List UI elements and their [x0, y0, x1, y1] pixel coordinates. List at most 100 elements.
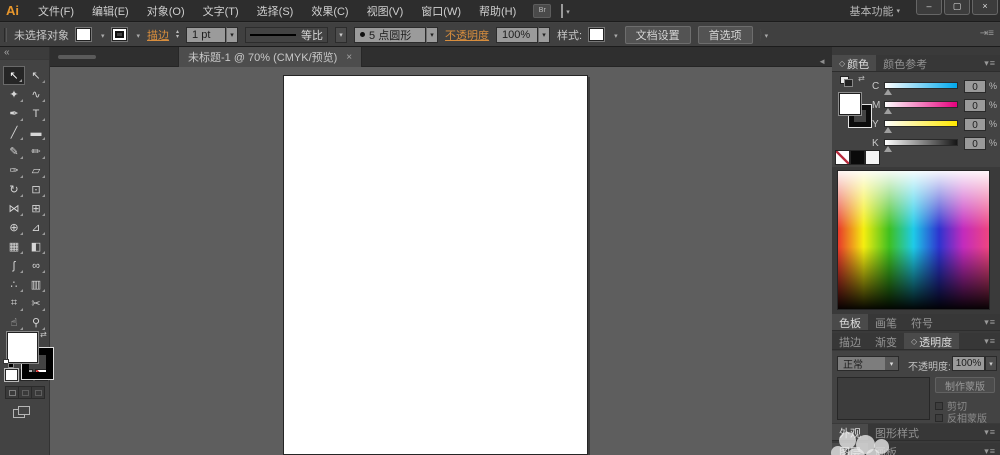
color-panel-menu-icon[interactable]: [984, 55, 1000, 71]
tool-perspective-grid[interactable]: ⊿: [25, 218, 47, 237]
stroke-weight-dropdown-icon[interactable]: [226, 27, 238, 43]
screen-mode-button[interactable]: [13, 406, 31, 419]
cyan-value-field[interactable]: 0: [964, 80, 986, 93]
stroke-panel-link[interactable]: 描边: [147, 27, 169, 43]
draw-behind-button[interactable]: [19, 387, 32, 398]
artboard[interactable]: [283, 75, 588, 455]
magenta-slider-track[interactable]: [884, 101, 958, 108]
menu-item-select[interactable]: 选择(S): [248, 3, 303, 19]
tool-width[interactable]: ⋈: [3, 199, 25, 218]
transparency-opacity-value[interactable]: 100%: [952, 356, 985, 371]
options-bar-grip[interactable]: [4, 28, 7, 42]
yellow-slider-track[interactable]: [884, 120, 958, 127]
stroke-color-swatch[interactable]: [112, 28, 127, 41]
tool-blob-brush[interactable]: ✑: [3, 161, 25, 180]
document-setup-button[interactable]: 文档设置: [625, 26, 691, 44]
black-swatch[interactable]: [850, 150, 865, 165]
tool-type[interactable]: T: [25, 104, 47, 123]
tab-symbols[interactable]: 符号: [904, 314, 940, 330]
tool-rectangle[interactable]: ▬: [25, 123, 47, 142]
fill-color-dropdown-icon[interactable]: [98, 29, 105, 41]
draw-normal-button[interactable]: [6, 387, 19, 398]
menu-item-help[interactable]: 帮助(H): [470, 3, 525, 19]
tool-rotate[interactable]: ↻: [3, 180, 25, 199]
tool-scale[interactable]: ⊡: [25, 180, 47, 199]
menu-item-effect[interactable]: 效果(C): [302, 3, 357, 19]
color-spectrum[interactable]: [837, 170, 990, 310]
workspace-switcher[interactable]: 基本功能: [849, 0, 900, 22]
tool-artboard[interactable]: ⌗: [3, 294, 25, 313]
draw-inside-button[interactable]: [32, 387, 44, 398]
menu-item-edit[interactable]: 编辑(E): [83, 3, 138, 19]
swap-colors-icon[interactable]: ⇄: [858, 74, 865, 83]
none-swatch[interactable]: [835, 150, 850, 165]
white-swatch[interactable]: [865, 150, 880, 165]
menu-item-file[interactable]: 文件(F): [29, 3, 83, 19]
blend-mode-dropdown-icon[interactable]: [885, 357, 898, 370]
tool-paintbrush[interactable]: ✎: [3, 142, 25, 161]
fill-color-swatch[interactable]: [76, 28, 91, 41]
document-tab[interactable]: 未标题-1 @ 70% (CMYK/预览) ×: [178, 47, 362, 67]
blend-mode-select[interactable]: 正常: [837, 356, 899, 371]
opacity-select[interactable]: 100%: [496, 27, 550, 43]
tool-hand[interactable]: ☝: [3, 313, 25, 332]
transparency-panel-menu-icon[interactable]: [984, 333, 1000, 349]
cyan-slider-thumb[interactable]: [884, 89, 892, 95]
arrange-documents-icon[interactable]: [561, 5, 570, 17]
tool-slice[interactable]: ✂: [25, 294, 47, 313]
stroke-profile-dropdown-icon[interactable]: [335, 27, 347, 43]
magenta-value-field[interactable]: 0: [964, 99, 986, 112]
yellow-slider-thumb[interactable]: [884, 127, 892, 133]
appearance-panel-menu-icon[interactable]: [984, 424, 1000, 440]
tab-color[interactable]: 颜色: [832, 55, 876, 71]
default-fill-stroke-icon[interactable]: [3, 359, 14, 368]
menu-item-object[interactable]: 对象(O): [138, 3, 194, 19]
layers-panel-menu-icon[interactable]: [984, 443, 1000, 455]
tab-gradient[interactable]: 渐变: [868, 333, 904, 349]
tool-panel-collapse-icon[interactable]: [0, 47, 49, 60]
menu-item-type[interactable]: 文字(T): [194, 3, 248, 19]
tool-gradient[interactable]: ◧: [25, 237, 47, 256]
black-slider-thumb[interactable]: [884, 146, 892, 152]
tool-line-segment[interactable]: ╱: [3, 123, 25, 142]
tool-column-graph[interactable]: ▥: [25, 275, 47, 294]
tab-transparency[interactable]: 透明度: [904, 333, 959, 349]
tab-stroke[interactable]: 描边: [832, 333, 868, 349]
opacity-panel-link[interactable]: 不透明度: [445, 27, 489, 43]
tab-graphic-styles[interactable]: 图形样式: [868, 424, 926, 440]
tool-lasso[interactable]: ∿: [25, 85, 47, 104]
color-button[interactable]: [5, 369, 18, 381]
black-value-field[interactable]: 0: [964, 137, 986, 150]
tool-pencil[interactable]: ✏: [25, 142, 47, 161]
black-slider-track[interactable]: [884, 139, 958, 146]
tool-eyedropper[interactable]: ʃ: [3, 256, 25, 275]
tool-eraser[interactable]: ▱: [25, 161, 47, 180]
stroke-profile-select[interactable]: 等比: [245, 27, 328, 43]
panel-fill-swatch[interactable]: [839, 93, 861, 115]
tool-selection[interactable]: ↖: [3, 66, 25, 85]
minimize-button[interactable]: –: [916, 0, 942, 15]
tool-shape-builder[interactable]: ⊕: [3, 218, 25, 237]
menu-item-view[interactable]: 视图(V): [358, 3, 413, 19]
stroke-color-dropdown-icon[interactable]: [134, 29, 141, 41]
invert-mask-checkbox[interactable]: 反相蒙版: [935, 410, 987, 425]
style-swatch[interactable]: [589, 28, 604, 41]
restore-button[interactable]: ▢: [944, 0, 970, 15]
close-button[interactable]: ×: [972, 0, 998, 15]
canvas-area[interactable]: 未标题-1 @ 70% (CMYK/预览) × ◄: [50, 47, 832, 455]
tool-symbol-sprayer[interactable]: ∴: [3, 275, 25, 294]
document-close-icon[interactable]: ×: [346, 52, 352, 63]
style-dropdown-icon[interactable]: [611, 29, 618, 41]
collapse-panels-icon[interactable]: ⇥≡: [980, 28, 994, 39]
color-proxy-mini-icon[interactable]: ⇄: [840, 76, 866, 86]
swap-fill-stroke-icon[interactable]: ⇄: [40, 330, 47, 339]
dock-collapse-icon[interactable]: ◄: [818, 57, 826, 66]
magenta-slider-thumb[interactable]: [884, 108, 892, 114]
preferences-button[interactable]: 首选项: [698, 26, 753, 44]
cyan-slider-track[interactable]: [884, 82, 958, 89]
stroke-weight-stepper[interactable]: [176, 30, 179, 40]
tab-color-guide[interactable]: 颜色参考: [876, 55, 934, 71]
brush-dropdown-icon[interactable]: [426, 27, 438, 43]
tool-free-transform[interactable]: ⊞: [25, 199, 47, 218]
brush-definition-select[interactable]: 5 点圆形: [354, 27, 438, 43]
